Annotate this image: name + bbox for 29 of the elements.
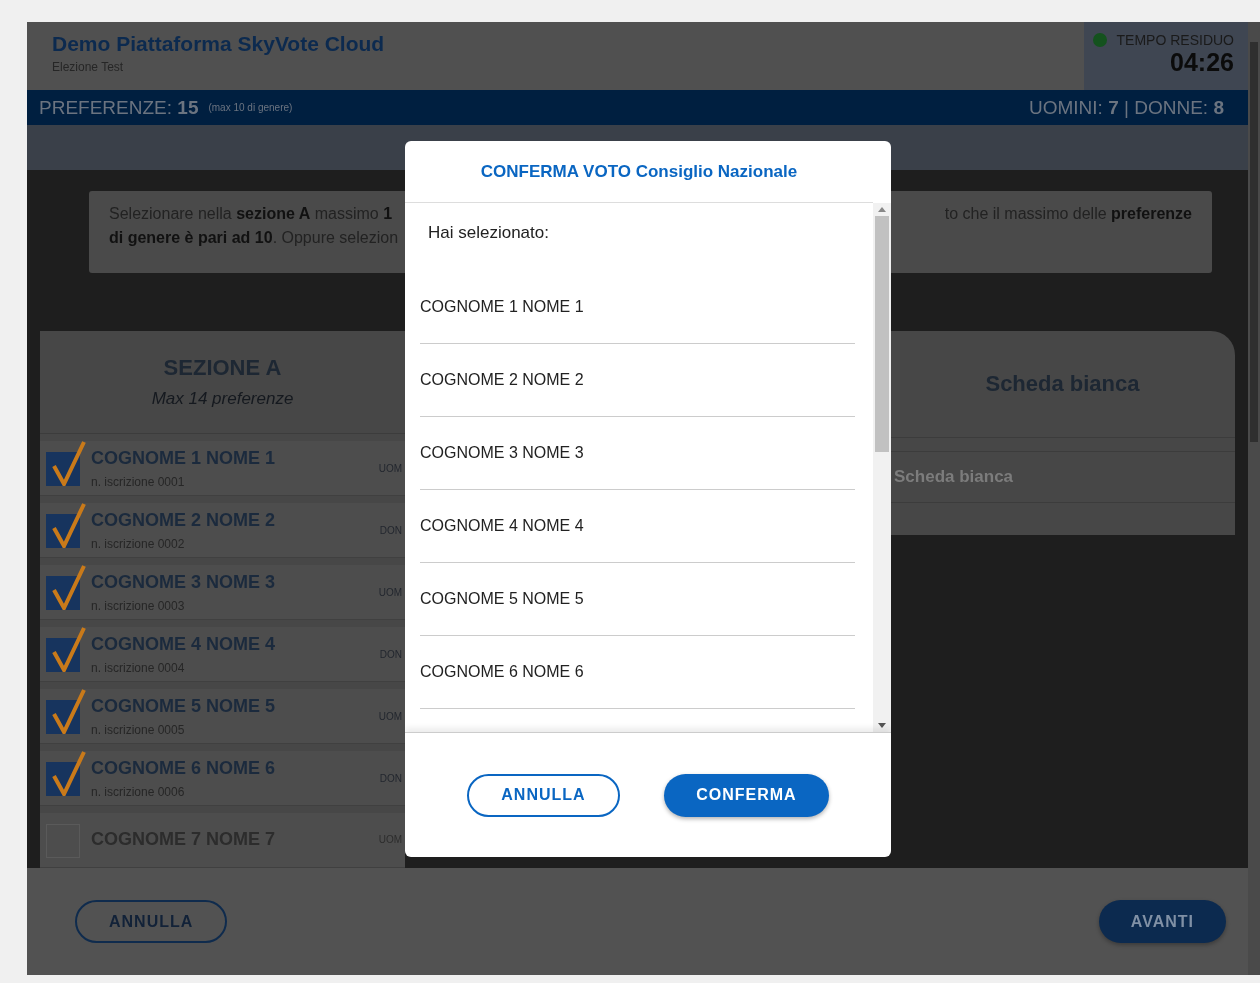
- gender-limit-note: (max 10 di genere): [208, 102, 294, 113]
- dialog-title: CONFERMA VOTO Consiglio Nazionale: [405, 141, 873, 203]
- selected-candidate: COGNOME 4 NOME 4: [420, 490, 855, 563]
- checked-checkbox[interactable]: [46, 626, 86, 673]
- checked-checkbox[interactable]: [46, 564, 86, 611]
- scroll-up-icon[interactable]: [878, 207, 886, 212]
- selected-candidate: COGNOME 6 NOME 6: [420, 636, 855, 709]
- checked-checkbox[interactable]: [46, 440, 86, 487]
- timer-label: TEMPO RESIDUO: [1116, 32, 1234, 48]
- dialog-scrollbar[interactable]: [873, 203, 891, 732]
- checked-checkbox[interactable]: [46, 502, 86, 549]
- checked-checkbox[interactable]: [46, 750, 86, 796]
- selected-candidate: COGNOME 2 NOME 2: [420, 344, 855, 417]
- selected-candidate: COGNOME 1 NOME 1: [420, 271, 855, 344]
- preferences-count: PREFERENZE: 15: [39, 96, 199, 119]
- scroll-down-icon[interactable]: [878, 723, 886, 728]
- status-dot-icon: [1092, 33, 1107, 47]
- cancel-button[interactable]: ANNULLA: [75, 900, 228, 943]
- dialog-confirm-button[interactable]: CONFERMA: [664, 773, 829, 817]
- dialog-cancel-button[interactable]: ANNULLA: [467, 773, 620, 817]
- timer-value: 04:26: [1170, 48, 1234, 77]
- selected-candidate: COGNOME 3 NOME 3: [420, 417, 855, 490]
- app-title: Demo Piattaforma SkyVote Cloud: [52, 32, 386, 56]
- selected-candidate: COGNOME 5 NOME 5: [420, 563, 855, 636]
- next-button[interactable]: AVANTI: [1098, 900, 1226, 943]
- checked-checkbox[interactable]: [46, 688, 86, 735]
- scrollbar[interactable]: [1248, 22, 1260, 975]
- dialog-intro: Hai selezionato:: [427, 222, 550, 244]
- gender-counts: UOMINI: 7 | DONNE: 8: [1029, 96, 1224, 119]
